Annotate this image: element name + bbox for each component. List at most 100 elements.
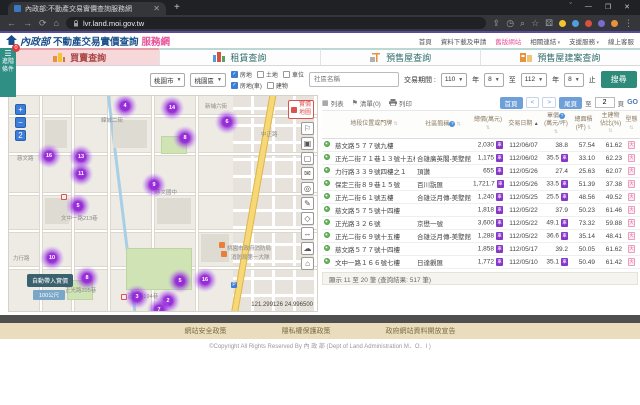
price-marker[interactable]: 8 [75, 266, 99, 290]
address-link[interactable]: 力行路３３９號四樓之１ [333, 165, 415, 178]
table-row[interactable]: 保定三街８９巷１５號百川翫匯1,721.7車112/05/2633.5車51.3… [322, 178, 640, 191]
table-row[interactable]: 慈文路５７７號九樓2,030車112/06/0738.857.5461.62大 [322, 139, 640, 152]
auto-fill-button[interactable]: 自動帶入實價 [27, 274, 73, 287]
maximize-button[interactable]: ❐ [605, 3, 611, 11]
extensions-puzzle-icon[interactable]: ⚄ [545, 19, 553, 28]
checkbox-車位[interactable]: 車位 [283, 70, 304, 79]
footer-link-隱私權保護政策[interactable]: 隱私權保護政策 [282, 326, 331, 336]
tab-預售屋查詢[interactable]: 預售屋查詢 [320, 48, 480, 65]
map-canvas[interactable]: P + − 2 ⚐▣▢✉◎✎◇↔☁⌂ 實價地圖 自動帶入實價 100公尺 121… [8, 95, 318, 312]
home-icon[interactable]: ⌂ [54, 19, 59, 28]
address-link[interactable]: 正光二街６１號五樓 [333, 191, 415, 204]
community-name-input[interactable] [309, 72, 399, 87]
nav-item-相關連結[interactable]: 相關連結 ▾ [530, 36, 560, 46]
measure-icon[interactable]: ↔ [301, 227, 314, 240]
price-marker[interactable]: 8 [173, 126, 197, 150]
map-pin-icon[interactable] [324, 154, 330, 160]
column-header-社區簡稱[interactable]: 社區簡稱? ⇅ [415, 111, 471, 139]
new-tab-button[interactable]: + [174, 2, 180, 15]
address-link[interactable]: 正光路３２６號 [333, 217, 415, 230]
price-marker[interactable]: 11 [69, 162, 93, 186]
price-marker[interactable]: 6 [215, 110, 239, 134]
fire-station-poi-icon[interactable] [221, 251, 227, 257]
map-pin-icon[interactable] [324, 141, 330, 147]
table-row[interactable]: 正光二街６１號五樓合雄泛月傳-美墅館1,240車112/05/2525.5車48… [322, 191, 640, 204]
advanced-filter-button[interactable]: ☰ 進階 條件 0 [0, 48, 16, 97]
nav-item-首頁[interactable]: 首頁 [419, 36, 432, 46]
extension-purple-icon[interactable] [598, 20, 605, 27]
zoom-icon[interactable]: ⌕ [520, 19, 525, 28]
address-bar[interactable]: lvr.land.moi.gov.tw [66, 17, 486, 29]
price-marker[interactable]: 5 [66, 194, 90, 218]
search-button[interactable]: 搜尋 [601, 71, 637, 88]
price-marker[interactable]: 3 [125, 285, 149, 309]
last-page-button[interactable]: 尾頁 [559, 97, 582, 109]
sort-icon[interactable]: ⇅ [486, 125, 490, 131]
column-header-交易日期[interactable]: 交易日期 ▲ [505, 111, 542, 139]
sort-icon[interactable]: ⇅ [608, 128, 612, 134]
prev-page-button[interactable]: < [526, 97, 540, 108]
rect-clear-icon[interactable]: ▢ [301, 152, 314, 165]
extension-yellow-icon[interactable] [559, 20, 566, 27]
checkbox-土地[interactable]: 土地 [257, 70, 278, 79]
map-pin-icon[interactable] [324, 232, 330, 238]
price-marker[interactable]: 4 [113, 95, 137, 118]
zoom-out-button[interactable]: − [15, 117, 26, 128]
map-pin-icon[interactable] [324, 193, 330, 199]
site-logo[interactable]: 內政部 不動產交易實價查詢 服務網 [6, 33, 170, 48]
map-pin-icon[interactable] [324, 206, 330, 212]
tab-租賃查詢[interactable]: 租賃查詢 [159, 48, 319, 65]
column-header-型態[interactable]: 型態 ⇅ [624, 111, 639, 139]
back-icon[interactable]: ← [7, 19, 16, 28]
tab-search-icon[interactable]: ˇ [570, 3, 572, 11]
address-link[interactable]: 慈文路５７７號九樓 [333, 139, 415, 152]
map-pin-icon[interactable] [324, 219, 330, 225]
column-header-主建物[interactable]: 主建物佔比(%) ⇅ [597, 111, 624, 139]
address-link[interactable]: 正光二街６９號十五樓 [333, 230, 415, 243]
menu-kebab-icon[interactable]: ⋮ [624, 19, 633, 28]
parking-poi-icon[interactable]: P [231, 282, 237, 288]
checkbox-房地(車)[interactable]: ✓房地(車) [231, 81, 262, 90]
footer-link-網站安全政策[interactable]: 網站安全政策 [185, 326, 227, 336]
checkbox-建物[interactable]: 建物 [267, 81, 288, 90]
sort-icon[interactable]: ⇅ [455, 121, 461, 127]
map-pin-icon[interactable] [324, 180, 330, 186]
table-row[interactable]: 正光路３２６號京懋一號3,600車112/05/2249.1車73.3259.8… [322, 217, 640, 230]
extension-red-icon[interactable] [585, 20, 592, 27]
share-icon[interactable]: ⇪ [493, 19, 501, 28]
nav-item-線上客服[interactable]: 線上客服 [608, 36, 634, 46]
first-page-button[interactable]: 首頁 [500, 97, 523, 109]
year-to-select[interactable]: 112▼ [521, 73, 547, 87]
price-marker[interactable]: 7 [147, 298, 171, 312]
table-row[interactable]: 慈文路５７７號十四樓1,858車112/05/1739.250.0561.62大 [322, 243, 640, 256]
locate-icon[interactable]: ◎ [301, 182, 314, 195]
city-select[interactable]: 桃園市▼ [150, 73, 185, 87]
table-row[interactable]: 力行路３３９號四樓之１頂讚655車112/05/2627.425.6362.07… [322, 165, 640, 178]
column-header-總面積[interactable]: 總面積(坪) ⇅ [570, 111, 597, 139]
address-link[interactable]: 文中一路１６６號七樓 [333, 256, 415, 269]
table-row[interactable]: 正光二街６９號十五樓合雄泛月傳-美墅館1,288車112/05/2236.6車3… [322, 230, 640, 243]
landmark-icon[interactable]: ⌂ [301, 257, 314, 270]
month-from-select[interactable]: 8▼ [484, 73, 504, 87]
profile-avatar[interactable] [611, 20, 618, 27]
tab-預售屋建案查詢[interactable]: 預售屋建案查詢 [480, 48, 640, 65]
print-button[interactable]: 列印 [389, 98, 412, 108]
help-icon[interactable]: ? [559, 113, 565, 119]
cloud-icon[interactable]: ☁ [301, 242, 314, 255]
month-to-select[interactable]: 8▼ [564, 73, 584, 87]
nav-item-舊版網站[interactable]: 舊版網站 [495, 36, 521, 46]
tab-close-icon[interactable]: ✕ [153, 5, 160, 13]
fire-station-poi-icon[interactable] [219, 242, 225, 248]
zoom-in-button[interactable]: + [15, 104, 26, 115]
map-pin-icon[interactable] [324, 258, 330, 264]
forward-icon[interactable]: → [23, 19, 32, 28]
draw-icon[interactable]: ✎ [301, 197, 314, 210]
address-link[interactable]: 慈文路５７５號十四樓 [333, 204, 415, 217]
footer-link-政府網站資料開放宣告[interactable]: 政府網站資料開放宣告 [386, 326, 456, 336]
table-row[interactable]: 慈文路５７５號十四樓1,818車112/05/2237.950.2361.46大 [322, 204, 640, 217]
sort-icon[interactable]: ⇅ [586, 125, 592, 131]
table-row[interactable]: 正光二街７１巷１３號十五樓合雄廣英閣-美墅館1,175車112/06/0235.… [322, 152, 640, 165]
map-pin-icon[interactable] [324, 245, 330, 251]
sort-icon[interactable]: ⇅ [392, 121, 398, 127]
rect-select-icon[interactable]: ▣ [301, 137, 314, 150]
